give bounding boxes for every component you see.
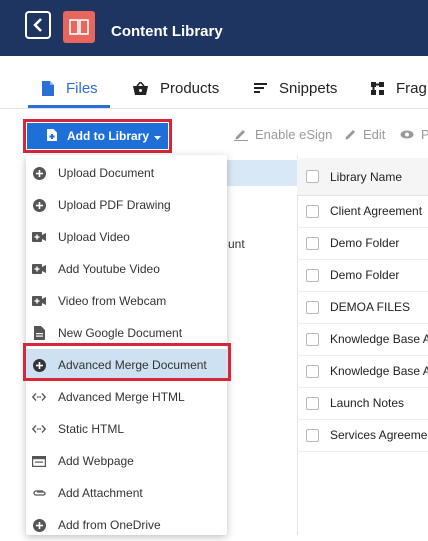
app-header: Content Library bbox=[0, 0, 428, 56]
folder-partial-label: unt bbox=[228, 237, 245, 251]
plus-circle-icon bbox=[32, 198, 46, 212]
tab-products[interactable]: Products bbox=[133, 70, 219, 106]
puzzle-icon bbox=[371, 81, 384, 95]
row-checkbox[interactable] bbox=[306, 300, 319, 314]
row-checkbox[interactable] bbox=[306, 428, 319, 442]
table-row[interactable]: DEMOA FILES bbox=[297, 291, 428, 324]
library-logo bbox=[63, 11, 95, 43]
document-add-icon bbox=[47, 128, 57, 144]
video-plus-icon bbox=[32, 230, 46, 244]
menu-item-label: Video from Webcam bbox=[58, 294, 167, 308]
document-icon bbox=[32, 326, 46, 340]
library-name-cell: Demo Folder bbox=[330, 268, 400, 282]
menu-item-upload-video[interactable]: Upload Video bbox=[26, 221, 227, 253]
menu-item-add-youtube-video[interactable]: Add Youtube Video bbox=[26, 253, 227, 285]
table-row[interactable]: Demo Folder bbox=[297, 259, 428, 292]
app-title: Content Library bbox=[111, 23, 223, 40]
library-name-cell: Knowledge Base A bbox=[330, 332, 428, 346]
menu-item-label: New Google Document bbox=[58, 326, 183, 340]
table-header: Library Name bbox=[297, 158, 428, 196]
menu-item-upload-document[interactable]: Upload Document bbox=[26, 157, 227, 189]
library-name-cell: Services Agreemer bbox=[330, 428, 428, 442]
table-row[interactable]: Demo Folder bbox=[297, 227, 428, 260]
caret-down-icon bbox=[154, 129, 162, 143]
table-row[interactable]: Services Agreemer bbox=[297, 419, 428, 452]
menu-item-video-from-webcam[interactable]: Video from Webcam bbox=[26, 285, 227, 317]
tab-fragments[interactable]: Fragı bbox=[371, 70, 428, 106]
menu-item-static-html[interactable]: Static HTML bbox=[26, 413, 227, 445]
menu-item-label: Add Attachment bbox=[58, 486, 143, 500]
tab-products-label: Products bbox=[160, 79, 220, 97]
plus-circle-icon bbox=[32, 518, 46, 532]
menu-item-label: Upload Video bbox=[58, 230, 130, 244]
menu-item-label: Upload PDF Drawing bbox=[58, 198, 171, 212]
library-name-cell: Knowledge Base A bbox=[330, 364, 428, 378]
pen-icon bbox=[234, 130, 248, 141]
back-button[interactable] bbox=[25, 11, 51, 39]
row-checkbox[interactable] bbox=[306, 332, 319, 346]
table-row[interactable]: Knowledge Base A bbox=[297, 355, 428, 388]
library-name-cell: Launch Notes bbox=[330, 396, 405, 410]
add-to-library-button[interactable]: Add to Library bbox=[27, 123, 168, 149]
selected-folder-row[interactable] bbox=[227, 160, 297, 186]
menu-item-label: Add Webpage bbox=[58, 454, 134, 468]
edit-button[interactable]: Edit bbox=[345, 127, 385, 142]
menu-item-label: Add from OneDrive bbox=[58, 518, 161, 532]
tab-files[interactable]: Files bbox=[42, 70, 98, 106]
tab-files-label: Files bbox=[66, 79, 98, 97]
menu-item-add-webpage[interactable]: Add Webpage bbox=[26, 445, 227, 477]
row-checkbox[interactable] bbox=[306, 364, 319, 378]
paperclip-icon bbox=[32, 486, 46, 500]
table-row[interactable]: Client Agreement bbox=[297, 195, 428, 228]
tab-fragments-label: Fragı bbox=[396, 79, 428, 97]
menu-item-advanced-merge-html[interactable]: Advanced Merge HTML bbox=[26, 381, 227, 413]
eye-icon bbox=[400, 130, 414, 139]
tab-bar: Files Products Snippets Fragı bbox=[0, 70, 428, 109]
library-name-cell: Client Agreement bbox=[330, 204, 423, 218]
pencil-icon bbox=[345, 130, 355, 140]
menu-item-add-from-onedrive[interactable]: Add from OneDrive bbox=[26, 509, 227, 541]
enable-esign-button[interactable]: Enable eSign bbox=[234, 127, 332, 142]
basket-icon bbox=[133, 81, 148, 95]
row-checkbox[interactable] bbox=[306, 204, 319, 218]
chevron-left-icon bbox=[33, 18, 42, 32]
plus-circle-icon bbox=[32, 166, 46, 180]
menu-item-upload-pdf-drawing[interactable]: Upload PDF Drawing bbox=[26, 189, 227, 221]
edit-label: Edit bbox=[363, 127, 386, 142]
menu-item-label: Advanced Merge HTML bbox=[58, 390, 185, 404]
select-all-checkbox[interactable] bbox=[306, 170, 319, 183]
preview-label: Pi bbox=[421, 127, 428, 142]
code-icon bbox=[32, 390, 46, 404]
menu-item-label: Upload Document bbox=[58, 166, 155, 180]
tab-snippets[interactable]: Snippets bbox=[254, 70, 337, 106]
table-row[interactable]: Launch Notes bbox=[297, 387, 428, 420]
row-checkbox[interactable] bbox=[306, 396, 319, 410]
preview-button[interactable]: Pi bbox=[400, 127, 428, 142]
add-to-library-label: Add to Library bbox=[67, 129, 150, 143]
library-name-cell: DEMOA FILES bbox=[330, 300, 411, 314]
enable-esign-label: Enable eSign bbox=[255, 127, 333, 142]
tab-snippets-label: Snippets bbox=[279, 79, 338, 97]
menu-item-label: Static HTML bbox=[58, 422, 125, 436]
code-icon bbox=[32, 422, 46, 436]
library-name-cell: Demo Folder bbox=[330, 236, 400, 250]
column-library-name[interactable]: Library Name bbox=[330, 170, 402, 184]
video-plus-icon bbox=[32, 294, 46, 308]
book-icon bbox=[69, 19, 89, 35]
menu-item-label: Add Youtube Video bbox=[58, 262, 160, 276]
webpage-icon bbox=[32, 454, 46, 468]
menu-item-highlight bbox=[23, 343, 231, 381]
video-plus-icon bbox=[32, 262, 46, 276]
row-checkbox[interactable] bbox=[306, 236, 319, 250]
row-checkbox[interactable] bbox=[306, 268, 319, 282]
lines-icon bbox=[254, 83, 267, 93]
menu-item-add-attachment[interactable]: Add Attachment bbox=[26, 477, 227, 509]
file-icon bbox=[42, 80, 54, 96]
active-tab-indicator bbox=[28, 105, 110, 108]
table-row[interactable]: Knowledge Base A bbox=[297, 323, 428, 356]
